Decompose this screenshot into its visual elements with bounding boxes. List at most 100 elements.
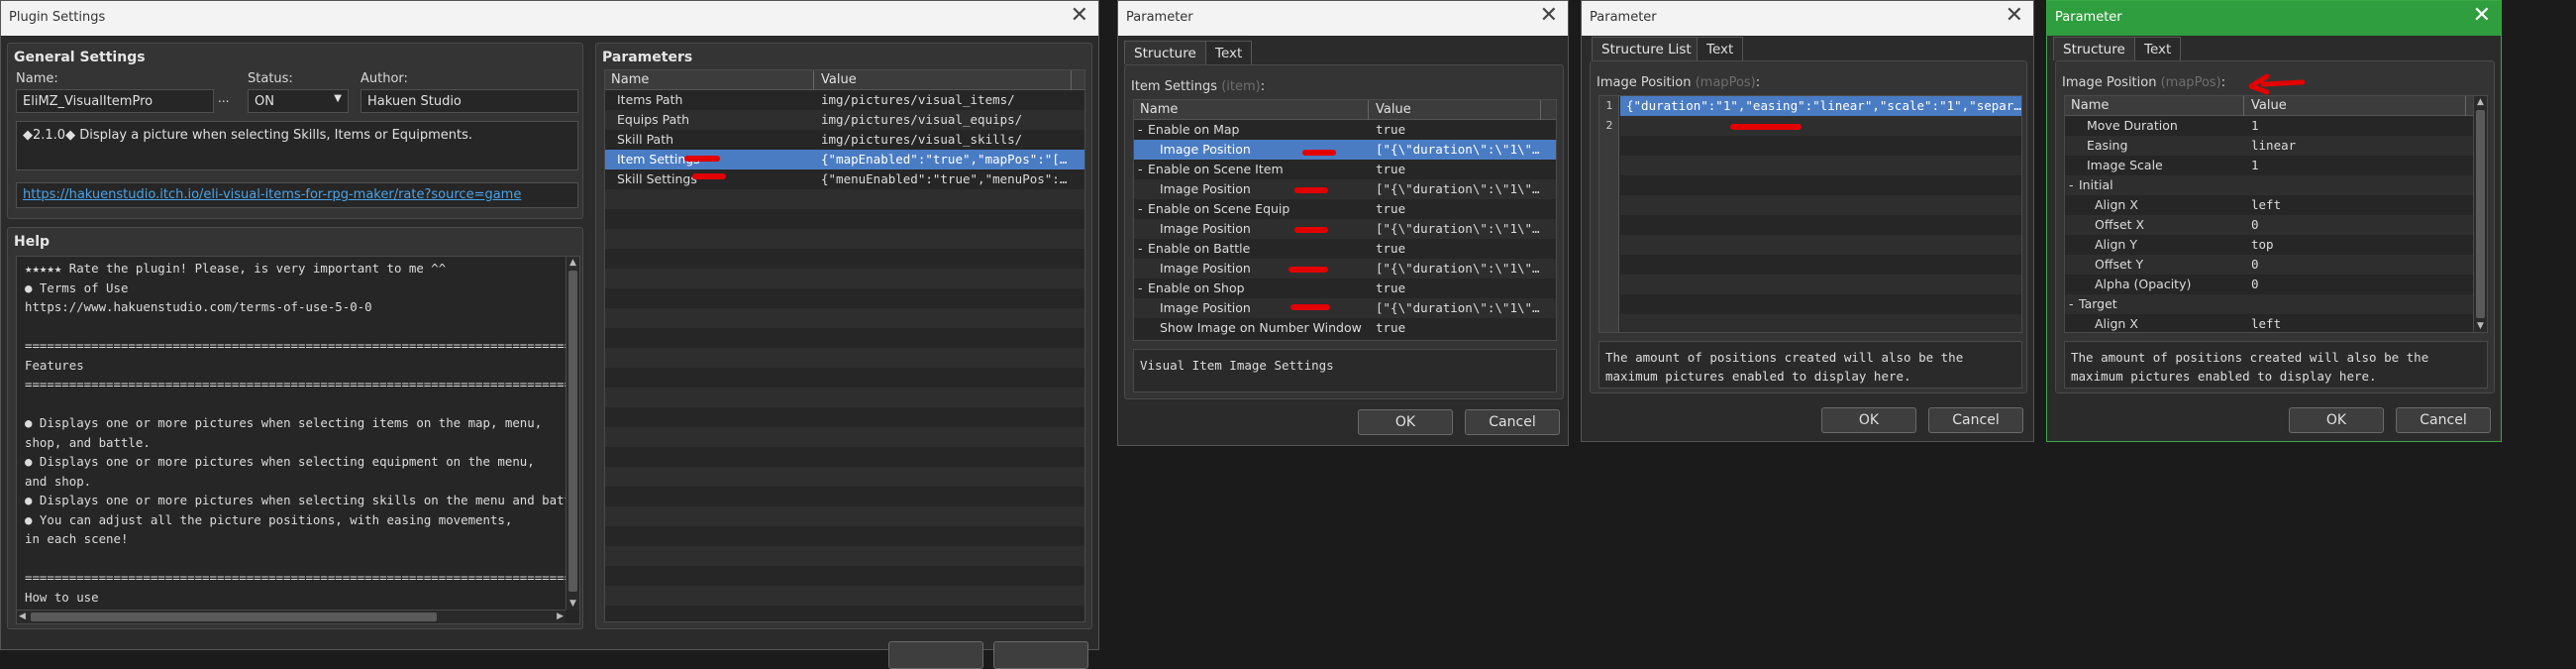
table-row[interactable] [605, 526, 1084, 546]
tree-row[interactable]: Image Position ["{\"duration\":\"1\"… [1134, 298, 1556, 318]
name-browse-button[interactable]: ... [218, 91, 229, 105]
scroll-down-icon[interactable]: ▼ [569, 599, 576, 609]
table-row[interactable] [605, 506, 1084, 526]
close-icon[interactable]: ✕ [2006, 5, 2023, 27]
table-row[interactable] [605, 606, 1084, 621]
collapse-icon[interactable]: - [1138, 122, 1143, 137]
tree-row[interactable]: Easing linear [2065, 136, 2487, 156]
list-row[interactable] [1620, 175, 2021, 195]
table-row[interactable] [605, 586, 1084, 606]
collapse-icon[interactable]: - [2069, 296, 2074, 311]
scroll-thumb[interactable] [2476, 110, 2485, 318]
table-row[interactable] [605, 447, 1084, 467]
tree-row[interactable]: Offset X 0 [2065, 215, 2487, 235]
table-row[interactable] [605, 269, 1084, 288]
ok-button[interactable]: OK [1358, 409, 1453, 435]
tree-row[interactable]: Move Duration 1 [2065, 116, 2487, 136]
tree-row[interactable]: - Enable on Scene Equip true [1134, 199, 1556, 219]
list-row[interactable] [1620, 116, 2021, 136]
list-row[interactable] [1620, 275, 2021, 294]
tree-row[interactable]: Image Position ["{\"duration\":\"1\"… [1134, 179, 1556, 199]
collapse-icon[interactable]: - [1138, 280, 1143, 295]
table-row[interactable] [605, 308, 1084, 328]
scroll-down-icon[interactable]: ▼ [2477, 321, 2484, 331]
list-row[interactable] [1620, 156, 2021, 175]
description-box[interactable]: ◆2.1.0◆ Display a picture when selecting… [16, 121, 578, 170]
table-row[interactable] [605, 189, 1084, 209]
scroll-left-icon[interactable]: ◀ [19, 612, 26, 621]
tab-text[interactable]: Text [1697, 37, 1744, 60]
tree-row[interactable]: Image Scale 1 [2065, 156, 2487, 175]
tree-row[interactable]: Align X left [2065, 314, 2487, 332]
ok-button[interactable]: OK [2289, 407, 2384, 433]
list-row[interactable] [1620, 294, 2021, 314]
scroll-up-icon[interactable]: ▲ [569, 258, 576, 268]
tree-row[interactable]: Offset Y 0 [2065, 255, 2487, 275]
name-field[interactable]: EliMZ_VisualItemPro [16, 89, 214, 113]
scroll-right-icon[interactable]: ▶ [557, 612, 564, 621]
list-row[interactable] [1620, 255, 2021, 275]
table-row[interactable] [605, 249, 1084, 269]
list-row[interactable] [1620, 235, 2021, 255]
list-row[interactable] [1620, 195, 2021, 215]
hscroll-thumb[interactable] [31, 613, 437, 621]
table-row[interactable] [605, 467, 1084, 487]
tab-structure[interactable]: Structure [2053, 37, 2135, 60]
tab-text[interactable]: Text [2134, 37, 2182, 60]
scroll-up-icon[interactable]: ▲ [2477, 97, 2484, 107]
table-row[interactable] [605, 229, 1084, 249]
table-row[interactable] [605, 209, 1084, 229]
cancel-button[interactable] [993, 641, 1088, 669]
tree-row[interactable]: - Target [2065, 294, 2487, 314]
close-icon[interactable]: ✕ [1071, 5, 1088, 27]
plugin-link[interactable]: https://hakuenstudio.itch.io/eli-visual-… [16, 182, 578, 208]
scroll-thumb[interactable] [568, 271, 577, 592]
tree-row[interactable]: Align X left [2065, 195, 2487, 215]
tree-row[interactable]: - Enable on Scene Item true [1134, 160, 1556, 179]
table-row[interactable] [605, 328, 1084, 348]
table-row[interactable] [605, 388, 1084, 407]
table-row[interactable] [605, 566, 1084, 586]
collapse-icon[interactable]: - [1138, 201, 1143, 216]
ok-button[interactable] [888, 641, 983, 669]
tab-structure[interactable]: Structure [1124, 41, 1206, 64]
close-icon[interactable]: ✕ [1540, 5, 1558, 27]
table-row[interactable]: Item Settings {"mapEnabled":"true","mapPo… [605, 150, 1084, 169]
table-row[interactable] [605, 288, 1084, 308]
status-select[interactable]: ON ▼ [248, 89, 349, 113]
table-row[interactable] [605, 348, 1084, 368]
tree-row[interactable]: - Enable on Shop true [1134, 279, 1556, 298]
author-field[interactable]: Hakuen Studio [361, 89, 578, 113]
cancel-button[interactable]: Cancel [1465, 409, 1560, 435]
tree-row[interactable]: - Enable on Battle true [1134, 239, 1556, 259]
table-row[interactable]: Equips Path img/pictures/visual_equips/ [605, 110, 1084, 130]
tab-text[interactable]: Text [1205, 41, 1253, 64]
cancel-button[interactable]: Cancel [1928, 407, 2023, 433]
tree-row[interactable]: - Initial [2065, 175, 2487, 195]
list-row[interactable] [1620, 136, 2021, 156]
help-hscroll[interactable]: ◀ ▶ [17, 610, 566, 623]
table-row[interactable] [605, 368, 1084, 388]
table-row[interactable] [605, 487, 1084, 506]
tree-row[interactable]: Image Position ["{\"duration\":\"1\"… [1134, 140, 1556, 160]
list-row[interactable] [1620, 314, 2021, 332]
list-row[interactable]: {"duration":"1","easing":"linear","scale… [1620, 96, 2021, 116]
tree-row[interactable]: Alpha (Opacity) 0 [2065, 275, 2487, 294]
close-icon[interactable]: ✕ [2473, 5, 2491, 27]
help-text-area[interactable]: ★★★★★ Rate the plugin! Please, is very i… [16, 256, 580, 624]
tree-row[interactable]: Show Image on Number Window true [1134, 318, 1556, 338]
table-row[interactable] [605, 407, 1084, 427]
table-row[interactable]: Items Path img/pictures/visual_items/ [605, 90, 1084, 110]
tree-row[interactable]: - Enable on Map true [1134, 120, 1556, 140]
struct-vscroll[interactable]: ▲ ▼ [2473, 96, 2487, 332]
help-vscroll[interactable]: ▲ ▼ [566, 257, 579, 610]
ok-button[interactable]: OK [1821, 407, 1916, 433]
collapse-icon[interactable]: - [1138, 162, 1143, 176]
collapse-icon[interactable]: - [2069, 177, 2074, 192]
table-row[interactable]: Skill Path img/pictures/visual_skills/ [605, 130, 1084, 150]
table-row[interactable]: Skill Settings {"menuEnabled":"true","men… [605, 169, 1084, 189]
list-row[interactable] [1620, 215, 2021, 235]
tree-row[interactable]: Image Position ["{\"duration\":\"1\"… [1134, 219, 1556, 239]
tree-row[interactable]: Image Position ["{\"duration\":\"1\"… [1134, 259, 1556, 279]
table-row[interactable] [605, 427, 1084, 447]
